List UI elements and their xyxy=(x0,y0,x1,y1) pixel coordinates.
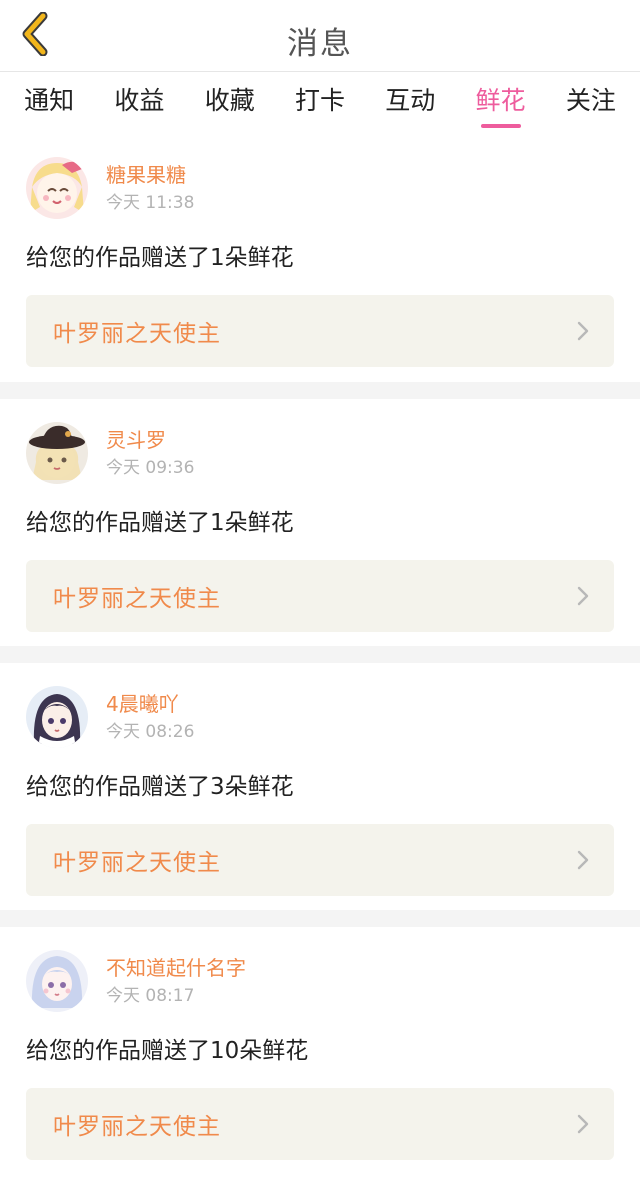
flower-message-list: 糖果果糖 今天 11:38 给您的作品赠送了1朵鲜花 叶罗丽之天使主 灵斗罗 今… xyxy=(0,134,640,1177)
tab-label: 通知 xyxy=(24,86,75,115)
work-link[interactable]: 叶罗丽之天使主 xyxy=(26,295,614,367)
gift-message: 给您的作品赠送了1朵鲜花 xyxy=(26,510,294,536)
list-item: 糖果果糖 今天 11:38 给您的作品赠送了1朵鲜花 叶罗丽之天使主 xyxy=(0,134,640,382)
chevron-right-icon xyxy=(577,850,589,870)
work-title: 叶罗丽之天使主 xyxy=(53,321,221,347)
user-meta: 不知道起什名字 今天 08:17 xyxy=(106,954,246,1008)
tab-label: 收益 xyxy=(114,86,165,115)
timestamp: 今天 11:38 xyxy=(106,193,195,213)
page-title: 消息 xyxy=(287,26,353,62)
list-item: 不知道起什名字 今天 08:17 给您的作品赠送了10朵鲜花 叶罗丽之天使主 xyxy=(0,927,640,1177)
work-link[interactable]: 叶罗丽之天使主 xyxy=(26,824,614,896)
chevron-right-icon xyxy=(577,1114,589,1134)
gift-message: 给您的作品赠送了1朵鲜花 xyxy=(26,245,294,271)
gift-message: 给您的作品赠送了10朵鲜花 xyxy=(26,1038,309,1064)
chevron-right-icon xyxy=(577,586,589,606)
username[interactable]: 4晨曦吖 xyxy=(106,690,194,718)
username[interactable]: 灵斗罗 xyxy=(106,426,194,454)
tab-favorites[interactable]: 收藏 xyxy=(185,72,275,134)
avatar[interactable] xyxy=(26,422,88,484)
tab-label: 收藏 xyxy=(204,86,255,115)
work-title: 叶罗丽之天使主 xyxy=(53,850,221,876)
tab-follows[interactable]: 关注 xyxy=(546,72,636,134)
tab-bar: 通知 收益 收藏 打卡 互动 鲜花 关注 xyxy=(0,72,640,134)
tab-label: 鲜花 xyxy=(475,86,526,115)
timestamp: 今天 08:26 xyxy=(106,722,195,742)
list-item: 4晨曦吖 今天 08:26 给您的作品赠送了3朵鲜花 叶罗丽之天使主 xyxy=(0,663,640,910)
list-item: 灵斗罗 今天 09:36 给您的作品赠送了1朵鲜花 叶罗丽之天使主 xyxy=(0,399,640,646)
timestamp: 今天 09:36 xyxy=(106,458,195,478)
user-row: 不知道起什名字 今天 08:17 xyxy=(26,947,614,1015)
work-title: 叶罗丽之天使主 xyxy=(53,1114,221,1140)
username[interactable]: 不知道起什名字 xyxy=(106,954,246,982)
tab-label: 关注 xyxy=(565,86,616,115)
tab-notifications[interactable]: 通知 xyxy=(4,72,94,134)
user-meta: 糖果果糖 今天 11:38 xyxy=(106,161,194,215)
tab-interactions[interactable]: 互动 xyxy=(365,72,455,134)
tab-label: 打卡 xyxy=(294,86,345,115)
user-meta: 灵斗罗 今天 09:36 xyxy=(106,426,194,480)
tab-checkin[interactable]: 打卡 xyxy=(275,72,365,134)
chevron-right-icon xyxy=(577,321,589,341)
timestamp: 今天 08:17 xyxy=(106,986,195,1006)
app-header: 消息 xyxy=(0,0,640,72)
user-meta: 4晨曦吖 今天 08:26 xyxy=(106,690,194,744)
user-row: 糖果果糖 今天 11:38 xyxy=(26,154,614,222)
user-row: 4晨曦吖 今天 08:26 xyxy=(26,683,614,751)
tab-flowers[interactable]: 鲜花 xyxy=(455,72,545,134)
tab-earnings[interactable]: 收益 xyxy=(94,72,184,134)
gift-message: 给您的作品赠送了3朵鲜花 xyxy=(26,774,294,800)
user-row: 灵斗罗 今天 09:36 xyxy=(26,419,614,487)
work-title: 叶罗丽之天使主 xyxy=(53,586,221,612)
avatar[interactable] xyxy=(26,950,88,1012)
username[interactable]: 糖果果糖 xyxy=(106,161,194,189)
work-link[interactable]: 叶罗丽之天使主 xyxy=(26,1088,614,1160)
tab-underline xyxy=(480,124,521,128)
work-link[interactable]: 叶罗丽之天使主 xyxy=(26,560,614,632)
avatar[interactable] xyxy=(26,157,88,219)
tab-label: 互动 xyxy=(385,86,436,115)
avatar[interactable] xyxy=(26,686,88,748)
